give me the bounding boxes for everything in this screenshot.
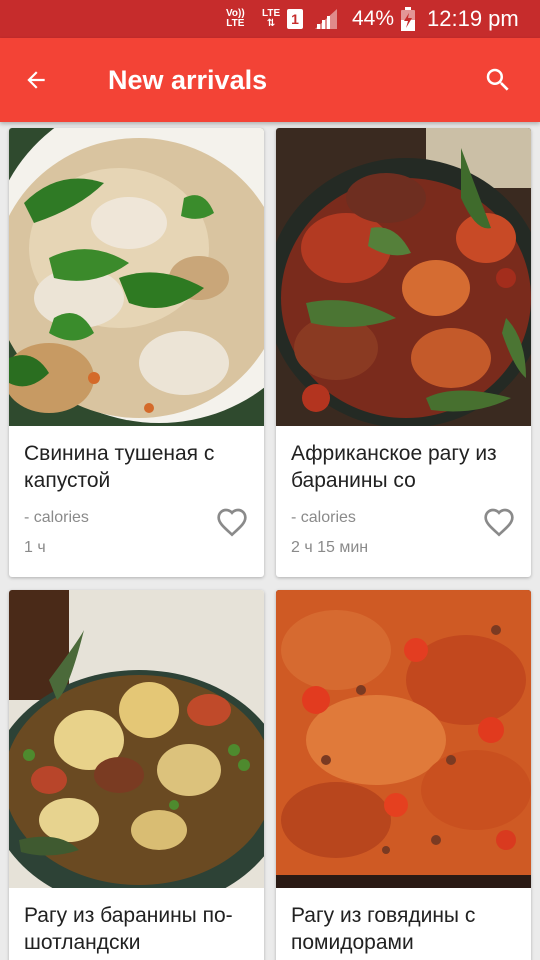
clock: 12:19 pm — [427, 6, 519, 31]
lte-indicator: LTE ⇅ — [262, 0, 280, 38]
volte-indicator: Vo)) LTE — [226, 0, 245, 38]
recipe-photo — [9, 590, 264, 888]
recipe-card[interactable]: Рагу из говядины с помидорами — [276, 590, 531, 960]
back-button[interactable] — [14, 58, 58, 102]
page-title: New arrivals — [108, 65, 268, 95]
recipe-name: Рагу из баранины по-шотландски — [24, 904, 233, 954]
recipe-duration: 1 ч — [24, 539, 46, 556]
battery-percent: 44% — [352, 7, 395, 30]
recipe-duration: 2 ч 15 мин — [291, 539, 369, 556]
heart-outline-icon — [484, 508, 514, 537]
recipe-name: Рагу из говядины с помидорами — [291, 904, 476, 954]
sim-slot-label: 1 — [287, 9, 303, 29]
recipe-calories: - calories — [24, 509, 89, 526]
favorite-button[interactable] — [214, 505, 250, 539]
recipe-calories: - calories — [291, 509, 356, 526]
heart-outline-icon — [217, 508, 247, 537]
arrow-left-icon — [27, 71, 45, 89]
signal-icon — [315, 0, 337, 38]
recipe-photo — [276, 128, 531, 426]
search-button[interactable] — [476, 58, 520, 102]
sim-slot-indicator: 1 — [287, 0, 303, 38]
status-bar: Vo)) LTE LTE ⇅ 1 44% 12:19 pm — [0, 0, 540, 38]
volte-bottom-label: LTE — [226, 18, 245, 29]
search-icon — [486, 68, 509, 91]
recipe-card[interactable]: Африканское рагу из баранины со - calori… — [276, 128, 531, 577]
data-arrows-icon: ⇅ — [266, 18, 276, 29]
recipe-photo — [9, 128, 264, 426]
battery-charging-icon — [401, 0, 415, 38]
favorite-button[interactable] — [481, 505, 517, 539]
recipe-card[interactable]: Рагу из баранины по-шотландски — [9, 590, 264, 960]
recipe-name: Свинина тушеная с капустой — [24, 442, 215, 492]
recipe-card[interactable]: Свинина тушеная с капустой - calories 1 … — [9, 128, 264, 577]
recipe-name: Африканское рагу из баранины со — [291, 442, 497, 492]
recipe-photo — [276, 590, 531, 888]
app-bar: New arrivals — [0, 38, 540, 122]
